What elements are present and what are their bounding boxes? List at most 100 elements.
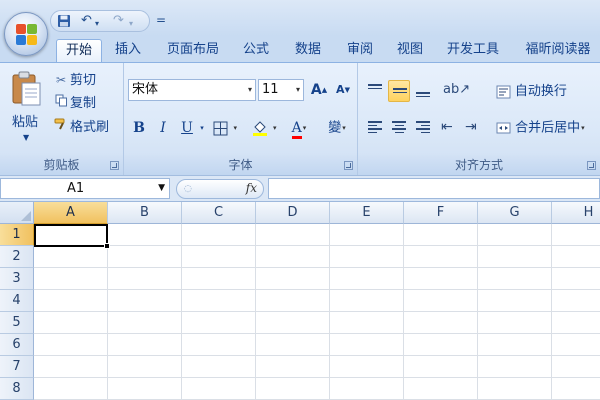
decrease-indent-button[interactable]: ⇤ bbox=[438, 117, 460, 139]
font-size-dropdown-icon: ▾ bbox=[295, 85, 300, 94]
tab-home[interactable]: 开始 bbox=[56, 39, 102, 62]
column-header-c[interactable]: C bbox=[182, 202, 256, 224]
format-painter-button[interactable]: 格式刷 bbox=[52, 117, 109, 135]
align-center-icon bbox=[392, 121, 406, 135]
align-left-button[interactable] bbox=[364, 117, 386, 139]
fill-color-button[interactable]: ▾ bbox=[248, 117, 280, 139]
formula-bar: A1 ▼ ◌ fx bbox=[0, 176, 600, 202]
redo-icon[interactable]: ↷ bbox=[113, 14, 124, 28]
font-dialog-launcher-icon[interactable] bbox=[344, 161, 353, 170]
gridline-vertical bbox=[181, 224, 182, 400]
cut-button[interactable]: ✂ 剪切 bbox=[52, 71, 96, 89]
insert-function-button[interactable]: fx bbox=[246, 181, 257, 195]
align-center-button[interactable] bbox=[388, 117, 410, 139]
fill-handle[interactable] bbox=[104, 243, 110, 249]
resize-grip-icon[interactable]: ◌ bbox=[184, 184, 192, 194]
clipboard-group: 粘贴 ▼ ✂ 剪切 复制 格式刷 剪贴板 bbox=[0, 63, 124, 175]
align-bottom-button[interactable] bbox=[412, 80, 434, 102]
tab-view[interactable]: 视图 bbox=[388, 39, 432, 62]
select-all-button[interactable] bbox=[0, 202, 34, 224]
column-header-h[interactable]: H bbox=[552, 202, 600, 224]
bold-button[interactable]: B bbox=[128, 117, 150, 139]
merge-dropdown-icon: ▾ bbox=[581, 124, 585, 132]
alignment-dialog-launcher-icon[interactable] bbox=[587, 161, 596, 170]
row-header-6[interactable]: 6 bbox=[0, 334, 34, 356]
borders-button[interactable]: ▾ bbox=[212, 117, 238, 139]
column-header-a[interactable]: A bbox=[34, 202, 108, 224]
column-header-e[interactable]: E bbox=[330, 202, 404, 224]
row-header-5[interactable]: 5 bbox=[0, 312, 34, 334]
worksheet-grid[interactable]: ABCDEFGH 12345678 bbox=[0, 202, 600, 400]
tab-page-layout[interactable]: 页面布局 bbox=[160, 39, 226, 62]
align-middle-button[interactable] bbox=[388, 80, 410, 102]
italic-button[interactable]: I bbox=[152, 117, 174, 139]
column-header-f[interactable]: F bbox=[404, 202, 478, 224]
copy-icon bbox=[52, 94, 70, 112]
increase-indent-button[interactable]: ⇥ bbox=[462, 117, 484, 139]
font-name-combo[interactable]: 宋体 ▾ bbox=[128, 79, 256, 101]
column-header-g[interactable]: G bbox=[478, 202, 552, 224]
name-box[interactable]: A1 ▼ bbox=[0, 178, 170, 199]
row-header-4[interactable]: 4 bbox=[0, 290, 34, 312]
title-bar: ↶ ▾ ↷ ▾ = bbox=[0, 0, 600, 36]
row-header-8[interactable]: 8 bbox=[0, 378, 34, 400]
insert-function-pill: ◌ fx bbox=[176, 179, 264, 199]
orientation-button[interactable]: ab↗ bbox=[440, 80, 470, 102]
text-orientation-icon: ab↗ bbox=[443, 82, 471, 97]
tab-review[interactable]: 审阅 bbox=[338, 39, 382, 62]
paste-dropdown-icon[interactable]: ▼ bbox=[23, 133, 29, 142]
office-button[interactable] bbox=[4, 12, 48, 56]
borders-icon bbox=[213, 120, 232, 136]
merge-cells-icon bbox=[496, 121, 515, 136]
save-icon[interactable] bbox=[57, 14, 71, 32]
grow-font-button[interactable]: A▲ bbox=[308, 79, 330, 101]
tab-foxit-reader[interactable]: 福昕阅读器 bbox=[518, 39, 598, 62]
customize-toolbar-icon[interactable]: = bbox=[156, 13, 166, 27]
align-bottom-icon bbox=[416, 92, 430, 99]
wrap-text-button[interactable]: 自动换行 bbox=[496, 80, 567, 102]
tab-developer[interactable]: 开发工具 bbox=[438, 39, 508, 62]
phonetic-guide-button[interactable]: 變▾ bbox=[320, 117, 354, 139]
gridline-vertical bbox=[255, 224, 256, 400]
font-color-dropdown-icon: ▾ bbox=[302, 124, 307, 132]
active-cell-a1[interactable] bbox=[34, 224, 108, 247]
align-top-button[interactable] bbox=[364, 80, 386, 102]
office-logo-icon bbox=[16, 24, 38, 46]
undo-dropdown-icon[interactable]: ▾ bbox=[95, 17, 99, 31]
copy-button[interactable]: 复制 bbox=[52, 94, 96, 112]
alignment-group: ab↗ 自动换行 ⇤ ⇥ 合并后居中▾ 对齐方式 bbox=[358, 63, 600, 175]
redo-dropdown-icon[interactable]: ▾ bbox=[129, 17, 133, 31]
paste-button[interactable]: 粘贴 bbox=[12, 111, 38, 130]
column-header-b[interactable]: B bbox=[108, 202, 182, 224]
font-name-dropdown-icon: ▾ bbox=[247, 85, 252, 94]
font-color-button[interactable]: A▾ bbox=[284, 117, 314, 139]
gridline-horizontal bbox=[34, 355, 600, 356]
underline-dropdown-icon[interactable]: ▾ bbox=[198, 117, 206, 139]
align-right-button[interactable] bbox=[412, 117, 434, 139]
clipboard-group-label: 剪贴板 bbox=[0, 155, 123, 175]
formula-input[interactable] bbox=[268, 178, 600, 199]
paste-icon[interactable] bbox=[10, 71, 44, 107]
row-header-3[interactable]: 3 bbox=[0, 268, 34, 290]
name-box-dropdown-icon[interactable]: ▼ bbox=[158, 179, 165, 198]
gridline-horizontal bbox=[34, 333, 600, 334]
column-header-d[interactable]: D bbox=[256, 202, 330, 224]
shrink-arrow-icon: ▼ bbox=[344, 86, 350, 94]
font-group-label: 字体 bbox=[124, 155, 357, 175]
merge-center-button[interactable]: 合并后居中▾ bbox=[496, 117, 585, 139]
align-left-icon bbox=[368, 121, 382, 135]
alignment-group-label: 对齐方式 bbox=[358, 155, 600, 175]
row-header-1[interactable]: 1 bbox=[0, 224, 34, 246]
clipboard-dialog-launcher-icon[interactable] bbox=[110, 161, 119, 170]
gridline-vertical bbox=[107, 224, 108, 400]
undo-icon[interactable]: ↶ bbox=[81, 14, 92, 28]
tab-data[interactable]: 数据 bbox=[286, 39, 330, 62]
shrink-font-button[interactable]: A▼ bbox=[332, 79, 354, 101]
tab-insert[interactable]: 插入 bbox=[108, 39, 148, 62]
decrease-indent-icon: ⇤ bbox=[441, 119, 453, 135]
underline-button[interactable]: U bbox=[176, 117, 198, 139]
tab-formulas[interactable]: 公式 bbox=[236, 39, 276, 62]
row-header-2[interactable]: 2 bbox=[0, 246, 34, 268]
row-header-7[interactable]: 7 bbox=[0, 356, 34, 378]
font-size-combo[interactable]: 11 ▾ bbox=[258, 79, 304, 101]
